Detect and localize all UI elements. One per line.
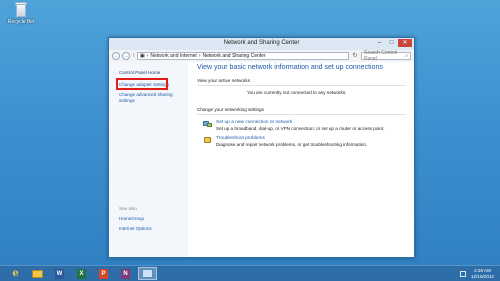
- not-connected-message: You are currently not connected to any n…: [247, 90, 347, 95]
- search-placeholder: Search Control Panel: [364, 50, 398, 62]
- setup-connection-desc: Set up a broadband, dial-up, or VPN conn…: [216, 126, 385, 131]
- change-adapter-settings-link[interactable]: Change adapter settings: [116, 77, 188, 90]
- task-troubleshoot: Troubleshoot problems Diagnose and repai…: [197, 136, 406, 147]
- taskbar-word[interactable]: W: [50, 267, 69, 280]
- internet-options-link[interactable]: Internet Options: [119, 226, 152, 232]
- address-bar: ← → ↑ ▣ › Network and Internet › Network…: [109, 50, 414, 62]
- maximize-button[interactable]: □: [386, 39, 397, 47]
- breadcrumb-separator: ›: [146, 53, 149, 59]
- search-input[interactable]: Search Control Panel ⌕: [361, 50, 411, 62]
- network-sharing-center-window: Network and Sharing Center – □ ✕ ← → ↑ ▣…: [108, 37, 415, 258]
- see-also-section: See also HomeGroup Internet Options: [119, 206, 152, 235]
- troubleshoot-desc: Diagnose and repair network problems, or…: [216, 142, 368, 147]
- breadcrumb-separator: ›: [198, 53, 201, 59]
- close-button[interactable]: ✕: [398, 39, 412, 47]
- section-heading: View your active networks: [197, 78, 251, 83]
- change-advanced-sharing-link[interactable]: Change advanced sharing settings: [119, 92, 177, 103]
- network-sharing-icon: [142, 269, 153, 278]
- recycle-bin[interactable]: Recycle Bin: [4, 2, 38, 25]
- breadcrumb[interactable]: ▣ › Network and Internet › Network and S…: [137, 52, 349, 60]
- back-button[interactable]: ←: [112, 52, 120, 60]
- clock[interactable]: 4:38 AM 12/16/2012: [471, 268, 494, 279]
- recycle-bin-icon: [14, 2, 28, 18]
- highlight-box: [116, 77, 168, 90]
- clock-date: 12/16/2012: [471, 273, 494, 279]
- setup-connection-link[interactable]: Set up a new connection or network: [216, 120, 385, 125]
- minimize-button[interactable]: –: [374, 39, 385, 47]
- search-icon: ⌕: [405, 53, 408, 59]
- forward-button[interactable]: →: [122, 52, 130, 60]
- taskbar-excel[interactable]: X: [72, 267, 91, 280]
- refresh-button[interactable]: ↻: [351, 52, 359, 60]
- taskbar-powerpoint[interactable]: P: [94, 267, 113, 280]
- sidebar: Control Panel Home Change adapter settin…: [109, 62, 188, 257]
- taskbar-file-explorer[interactable]: [28, 267, 47, 280]
- taskbar-network-center[interactable]: [138, 267, 157, 280]
- recycle-bin-label: Recycle Bin: [7, 19, 35, 25]
- powerpoint-icon: P: [99, 268, 108, 279]
- main-content: View your basic network information and …: [188, 62, 414, 257]
- troubleshoot-icon: [203, 136, 212, 144]
- system-tray: 4:38 AM 12/16/2012: [460, 268, 494, 279]
- internet-explorer-icon: e: [12, 267, 19, 279]
- homegroup-link[interactable]: HomeGroup: [119, 216, 152, 222]
- see-also-header: See also: [119, 206, 137, 211]
- task-new-connection: Set up a new connection or network Set u…: [197, 120, 406, 131]
- new-connection-icon: [203, 120, 212, 128]
- taskbar-ie[interactable]: e: [6, 267, 25, 280]
- folder-icon: [32, 269, 43, 278]
- excel-icon: X: [77, 268, 86, 279]
- breadcrumb-sharing-center[interactable]: Network and Sharing Center: [203, 53, 266, 59]
- keyboard-icon[interactable]: [460, 270, 466, 277]
- page-title: View your basic network information and …: [197, 64, 383, 71]
- troubleshoot-link[interactable]: Troubleshoot problems: [216, 136, 367, 141]
- network-icon: ▣: [140, 53, 145, 59]
- control-panel-home-link[interactable]: Control Panel Home: [119, 70, 188, 76]
- up-button[interactable]: ↑: [132, 53, 135, 59]
- window-title: Network and Sharing Center: [223, 40, 300, 46]
- clock-time: 4:38 AM: [474, 268, 491, 273]
- taskbar-onenote[interactable]: N: [116, 267, 135, 280]
- breadcrumb-network-internet[interactable]: Network and Internet: [150, 53, 196, 59]
- word-icon: W: [55, 268, 64, 279]
- title-bar[interactable]: Network and Sharing Center – □ ✕: [109, 38, 414, 50]
- active-networks-header: View your active networks: [197, 78, 406, 86]
- onenote-icon: N: [121, 268, 130, 279]
- taskbar: e W X P N 4:38 AM 12/16/2012: [0, 265, 500, 281]
- change-settings-header: Change your networking settings: [197, 107, 406, 115]
